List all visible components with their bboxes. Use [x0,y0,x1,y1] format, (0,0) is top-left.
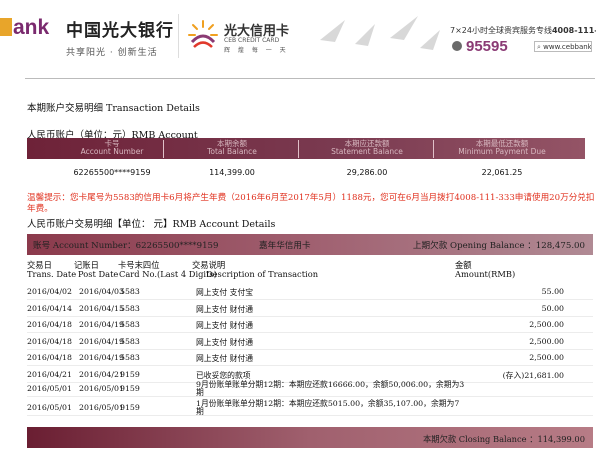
phone-icon [452,41,462,51]
website-link[interactable]: ⌕ www.cebbank.com [534,41,592,52]
tx-card-no: 5583 [120,320,140,329]
tx-trans-date: 2016/04/18 [27,337,72,346]
hotline: 7×24小时全球贵宾服务专线4008-111-333 [450,25,596,36]
tx-post-date: 2016/04/19 [79,320,124,329]
opening-balance: 上期欠款 Opening Balance ：128,475.00 [412,241,585,251]
row-divider [27,365,593,366]
row-divider [27,415,593,416]
tx-card-no: 5583 [120,287,140,296]
tx-post-date: 2016/04/03 [79,287,124,296]
summary-account-value: 62265500****9159 [73,168,151,177]
hotline-label: 7×24小时全球贵宾服务专线 [450,26,552,35]
col-post-date-en: Post Date [78,269,119,279]
summary-statement-value: 29,286.00 [346,168,388,177]
closing-bar: 本期欠款 Closing Balance ：114,399.00 [27,427,593,448]
hotline-number: 4008-111-333 [551,26,596,35]
tx-post-date: 2016/05/01 [79,384,124,393]
tx-card-no: 5583 [120,337,140,346]
service-phone: 95595 [466,38,508,55]
tx-description: 1月份账单账单分期12期：本期应还款5015.00，余额35,107.00，余期… [196,399,460,416]
row-divider [27,396,593,397]
tx-description: 网上支付 财付通 [196,305,254,314]
tx-card-no: 5583 [120,353,140,362]
col-card-no-en: Card No.(Last 4 Digits) [119,269,217,279]
section-title: 本期账户交易明细 Transaction Details [27,103,200,114]
card-slogan: 辉 煌 每 一 天 [224,47,289,54]
tx-amount: 2,500.00 [529,337,564,346]
tx-description: 网上支付 财付通 [196,321,254,330]
tx-post-date: 2016/04/15 [79,304,124,313]
tx-card-no: 5583 [120,304,140,313]
header-divider [178,14,179,58]
account-number: 账号 Account Number：62265500****9159 [33,241,219,251]
bank-name: 中国光大银行 [66,21,174,41]
col-description-en: Description of Transaction [206,269,319,279]
tx-description: 网上支付 财付通 [196,338,254,347]
summary-total-value: 114,399.00 [209,168,255,177]
tx-trans-date: 2016/04/21 [27,370,72,379]
tx-post-date: 2016/04/19 [79,353,124,362]
summary-col-minimum: 本期最低还款额 Minimum Payment Due [458,139,546,156]
summary-header: 卡号 Account Number 本期余额 Total Balance 本期应… [27,138,585,159]
account-detail-bar: 账号 Account Number：62265500****9159 嘉年华信用… [27,234,593,255]
summary-divider [163,140,164,158]
card-brand-en: CEB CREDIT CARD [224,37,280,44]
tx-post-date: 2016/05/01 [79,403,124,412]
tx-description: 网上支付 财付通 [196,354,254,363]
card-name: 嘉年华信用卡 [259,241,311,251]
col-amount-en: Amount(RMB) [455,269,516,279]
fee-notice: 温馨提示：您卡尾号为5583的信用卡6月将产生年费（2016年6月至2017年5… [27,193,595,214]
website-text: www.cebbank.com [543,43,592,51]
tx-amount: 55.00 [541,287,564,296]
tx-trans-date: 2016/04/02 [27,287,72,296]
tx-amount: 50.00 [541,304,564,313]
bank-slogan: 共享阳光 · 创新生活 [66,48,158,58]
row-divider [27,349,593,350]
summary-col-account: 卡号 Account Number [80,139,144,156]
detail-title: 人民币账户交易明细【单位： 元】RMB Account Details [27,219,276,230]
tx-post-date: 2016/04/19 [79,337,124,346]
tx-card-no: 9159 [120,370,140,379]
tx-trans-date: 2016/04/14 [27,304,72,313]
closing-balance: 本期欠款 Closing Balance ：114,399.00 [422,434,585,444]
tx-trans-date: 2016/04/18 [27,320,72,329]
ceb-logo: ank [0,16,49,40]
summary-minimum-value: 22,061.25 [481,168,523,177]
summary-col-statement: 本期应还款额 Statement Balance [331,139,403,156]
sun-logo-icon [188,20,218,48]
header-rule [25,78,595,79]
birds-decoration-icon [320,16,440,50]
tx-amount: 2,500.00 [529,353,564,362]
tx-trans-date: 2016/04/18 [27,353,72,362]
summary-divider [433,140,434,158]
row-divider [27,332,593,333]
tx-description: 网上支付 支付宝 [196,288,254,297]
row-divider [27,316,593,317]
tx-description: 9月份账单账单分期12期：本期应还款16666.00，余额50,006.00，余… [196,380,465,397]
summary-col-total: 本期余额 Total Balance [207,139,257,156]
tx-trans-date: 2016/05/01 [27,384,72,393]
logo-bank-text: ank [13,16,50,39]
col-trans-date-en: Trans. Date [27,269,77,279]
logo-mark-icon [0,18,12,36]
tx-trans-date: 2016/05/01 [27,403,72,412]
tx-amount: 2,500.00 [529,320,564,329]
row-divider [27,299,593,300]
tx-post-date: 2016/04/21 [79,370,124,379]
summary-divider [298,140,299,158]
tx-card-no: 9159 [120,403,140,412]
tx-card-no: 9159 [120,384,140,393]
